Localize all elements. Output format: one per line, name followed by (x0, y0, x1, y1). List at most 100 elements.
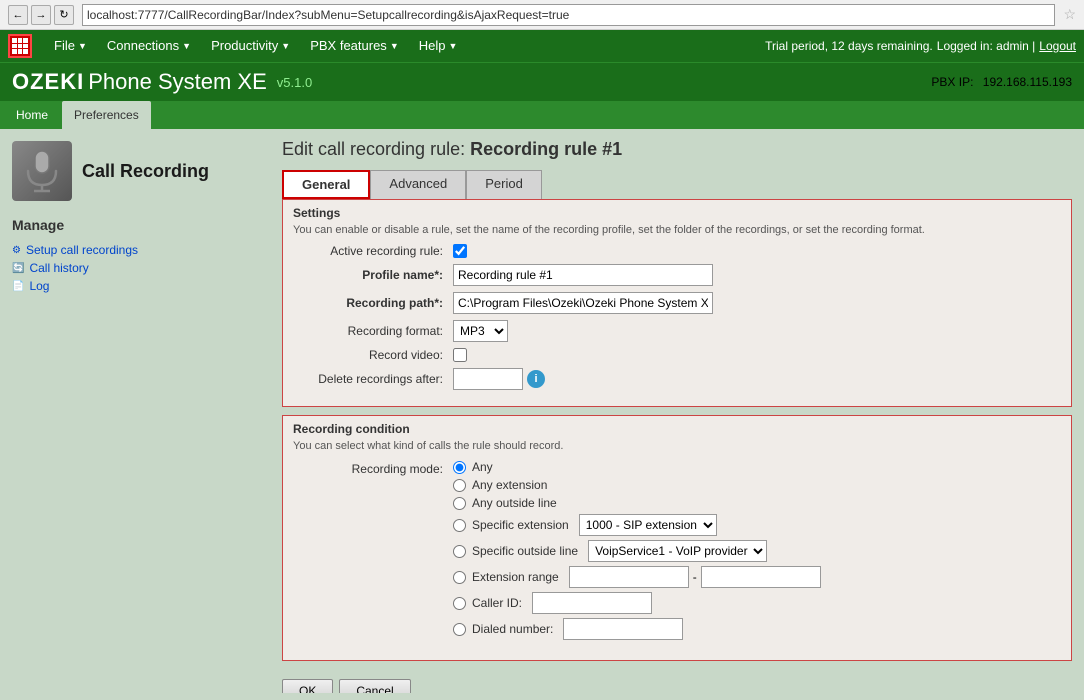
extension-range-to[interactable] (701, 566, 821, 588)
recording-condition-legend: Recording condition (293, 422, 1061, 436)
page-title-rule: Recording rule #1 (470, 139, 622, 159)
sidebar-link-log[interactable]: 📄 Log (12, 277, 258, 295)
radio-caller-id: Caller ID: (453, 592, 821, 614)
browser-bar: ← → ↻ ☆ (0, 0, 1084, 30)
nav-home[interactable]: Home (4, 101, 60, 129)
delete-recordings-label: Delete recordings after: (293, 372, 453, 386)
nav-productivity[interactable]: Productivity ▼ (201, 30, 300, 62)
setup-label: Setup call recordings (26, 243, 138, 257)
nav-connections[interactable]: Connections ▼ (97, 30, 201, 62)
dialed-number-input[interactable] (563, 618, 683, 640)
tab-period[interactable]: Period (466, 170, 542, 199)
page-title-prefix: Edit call recording rule: (282, 139, 465, 159)
logged-in-text: Logged in: admin | (937, 39, 1036, 53)
radio-any-input[interactable] (453, 461, 466, 474)
tab-advanced[interactable]: Advanced (370, 170, 466, 199)
recording-format-label: Recording format: (293, 324, 453, 338)
reload-button[interactable]: ↻ (54, 5, 74, 25)
recording-format-row: Recording format: MP3 WAV OGG (293, 320, 1061, 342)
active-recording-label: Active recording rule: (293, 244, 453, 258)
radio-caller-id-input[interactable] (453, 597, 466, 610)
bookmark-icon[interactable]: ☆ (1063, 6, 1076, 23)
caller-id-input[interactable] (532, 592, 652, 614)
tab-general[interactable]: General (282, 170, 370, 199)
forward-button[interactable]: → (31, 5, 51, 25)
log-icon: 📄 (12, 281, 24, 292)
radio-extension-range-input[interactable] (453, 571, 466, 584)
sidebar-link-setup[interactable]: ⚙ Setup call recordings (12, 241, 258, 259)
sidebar: Call Recording Manage ⚙ Setup call recor… (0, 129, 270, 693)
radio-specific-outside-line-label: Specific outside line (472, 544, 578, 558)
recording-condition-desc: You can select what kind of calls the ru… (293, 440, 1061, 452)
action-buttons: OK Cancel (282, 669, 1072, 693)
radio-any-extension-label: Any extension (472, 478, 547, 492)
history-icon: 🔄 (12, 263, 24, 274)
specific-extension-select[interactable]: 1000 - SIP extension (579, 514, 717, 536)
brand-version: v5.1.0 (277, 75, 312, 90)
radio-caller-id-label: Caller ID: (472, 596, 522, 610)
recording-path-label: Recording path*: (293, 296, 453, 310)
sidebar-title: Call Recording (82, 161, 209, 182)
tabs: General Advanced Period (282, 170, 1072, 199)
brand-header: OZEKI Phone System XE v5.1.0 PBX IP: 192… (0, 62, 1084, 101)
pbx-ip: PBX IP: 192.168.115.193 (931, 75, 1072, 89)
nav-buttons: ← → ↻ (8, 5, 74, 25)
recording-format-select[interactable]: MP3 WAV OGG (453, 320, 508, 342)
brand-logo: OZEKI Phone System XE v5.1.0 (12, 69, 312, 95)
recording-mode-row: Recording mode: Any Any extension Any ou… (293, 460, 1061, 644)
radio-specific-extension-input[interactable] (453, 519, 466, 532)
info-icon[interactable]: i (527, 370, 545, 388)
specific-outside-line-select[interactable]: VoipService1 - VoIP provider (588, 540, 767, 562)
sidebar-link-history[interactable]: 🔄 Call history (12, 259, 258, 277)
setup-icon: ⚙ (12, 245, 21, 256)
back-button[interactable]: ← (8, 5, 28, 25)
radio-any-outside-line-label: Any outside line (472, 496, 557, 510)
sidebar-header: Call Recording (12, 141, 258, 201)
manage-title: Manage (12, 217, 258, 233)
main-content: Call Recording Manage ⚙ Setup call recor… (0, 129, 1084, 693)
profile-name-input[interactable] (453, 264, 713, 286)
record-video-row: Record video: (293, 348, 1061, 362)
radio-dialed-number-input[interactable] (453, 623, 466, 636)
radio-dialed-number-label: Dialed number: (472, 622, 553, 636)
radio-dialed-number: Dialed number: (453, 618, 821, 640)
radio-extension-range: Extension range - (453, 566, 821, 588)
radio-any: Any (453, 460, 821, 474)
radio-any-extension-input[interactable] (453, 479, 466, 492)
active-recording-row: Active recording rule: (293, 244, 1061, 258)
history-label: Call history (29, 261, 88, 275)
address-bar[interactable] (82, 4, 1055, 26)
range-dash: - (693, 570, 697, 584)
mic-icon (12, 141, 72, 201)
ok-button[interactable]: OK (282, 679, 333, 693)
nav-pbx-features[interactable]: PBX features ▼ (300, 30, 409, 62)
pbx-ip-value: 192.168.115.193 (983, 75, 1072, 89)
nav-help[interactable]: Help ▼ (409, 30, 468, 62)
recording-path-input[interactable] (453, 292, 713, 314)
radio-specific-outside-line-input[interactable] (453, 545, 466, 558)
extension-range-from[interactable] (569, 566, 689, 588)
app-grid-icon[interactable] (8, 34, 32, 58)
profile-name-row: Profile name*: (293, 264, 1061, 286)
trial-text: Trial period, 12 days remaining. (765, 39, 933, 53)
logout-link[interactable]: Logout (1039, 39, 1076, 53)
recording-path-row: Recording path*: (293, 292, 1061, 314)
radio-specific-outside-line: Specific outside line VoipService1 - VoI… (453, 540, 821, 562)
nav-file[interactable]: File ▼ (44, 30, 97, 62)
settings-section: Settings You can enable or disable a rul… (282, 199, 1072, 407)
radio-any-outside-line-input[interactable] (453, 497, 466, 510)
radio-specific-extension: Specific extension 1000 - SIP extension (453, 514, 821, 536)
active-recording-checkbox[interactable] (453, 244, 467, 258)
cancel-button[interactable]: Cancel (339, 679, 410, 693)
radio-any-outside-line: Any outside line (453, 496, 821, 510)
record-video-label: Record video: (293, 348, 453, 362)
extension-range-inputs: - (569, 566, 821, 588)
radio-specific-extension-label: Specific extension (472, 518, 569, 532)
record-video-checkbox[interactable] (453, 348, 467, 362)
radio-any-label: Any (472, 460, 493, 474)
nav-preferences[interactable]: Preferences (62, 101, 151, 129)
delete-value-input[interactable] (453, 368, 523, 390)
delete-recordings-row: Delete recordings after: i (293, 368, 1061, 390)
log-label: Log (29, 279, 49, 293)
content-panel: Edit call recording rule: Recording rule… (270, 129, 1084, 693)
